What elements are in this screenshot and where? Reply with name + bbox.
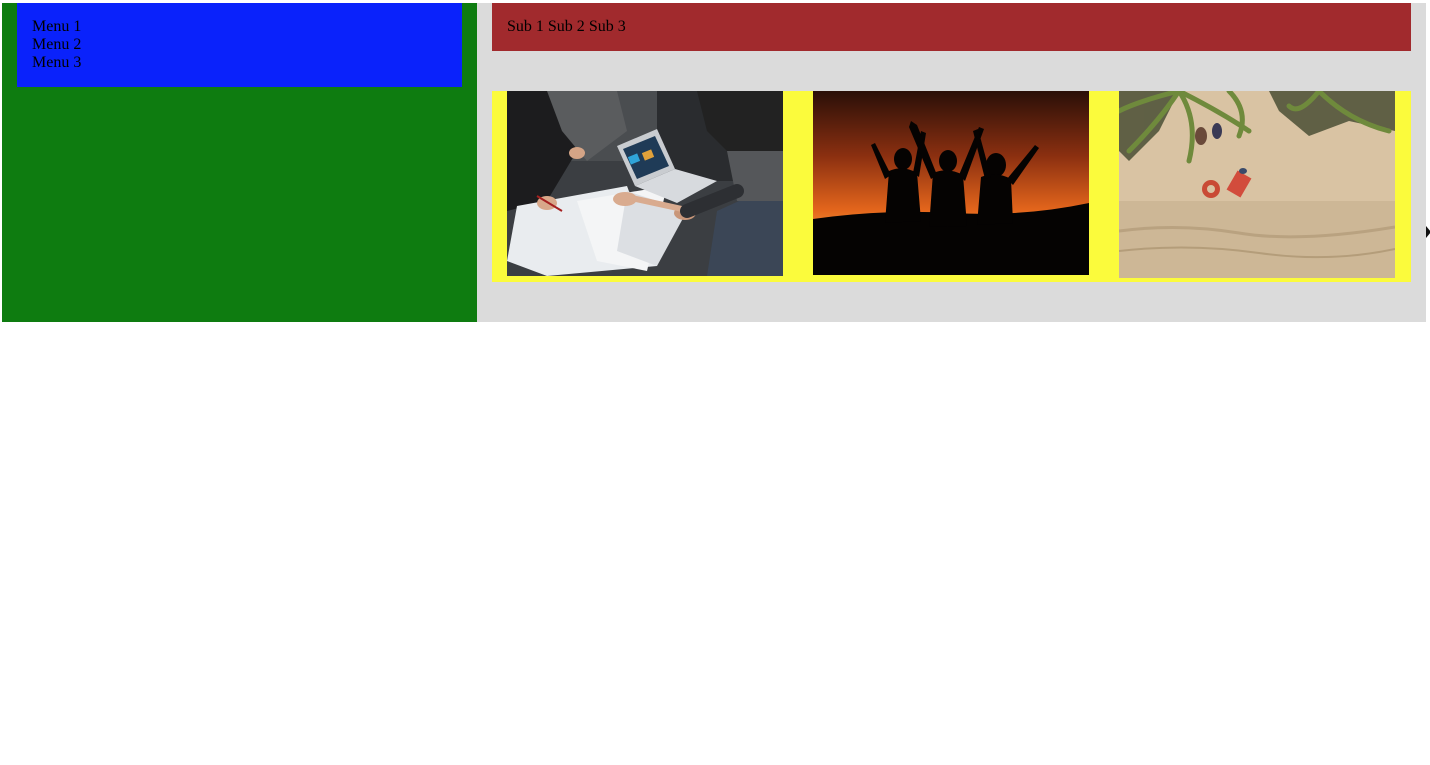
sub-item-1[interactable]: Sub 1 (507, 18, 544, 35)
sub-item-2[interactable]: Sub 2 (548, 18, 585, 35)
team-meeting-laptop-photo (507, 91, 783, 276)
scroll-right-arrow-icon[interactable] (1426, 226, 1430, 238)
sunset-silhouettes-photo (813, 91, 1089, 275)
menu-item-1[interactable]: Menu 1 (32, 18, 447, 36)
main-content: Sub 1 Sub 2 Sub 3 (477, 3, 1426, 322)
main-menu: Menu 1 Menu 2 Menu 3 (17, 3, 462, 87)
sidebar: Menu 1 Menu 2 Menu 3 (2, 3, 477, 322)
sub-navigation: Sub 1 Sub 2 Sub 3 (492, 3, 1411, 51)
menu-item-2[interactable]: Menu 2 (32, 36, 447, 54)
page-layout: Menu 1 Menu 2 Menu 3 Sub 1 Sub 2 Sub 3 (2, 3, 1426, 322)
sub-item-3[interactable]: Sub 3 (589, 18, 626, 35)
menu-item-3[interactable]: Menu 3 (32, 54, 447, 72)
beach-palm-aerial-photo (1119, 91, 1395, 278)
image-gallery (492, 91, 1411, 282)
